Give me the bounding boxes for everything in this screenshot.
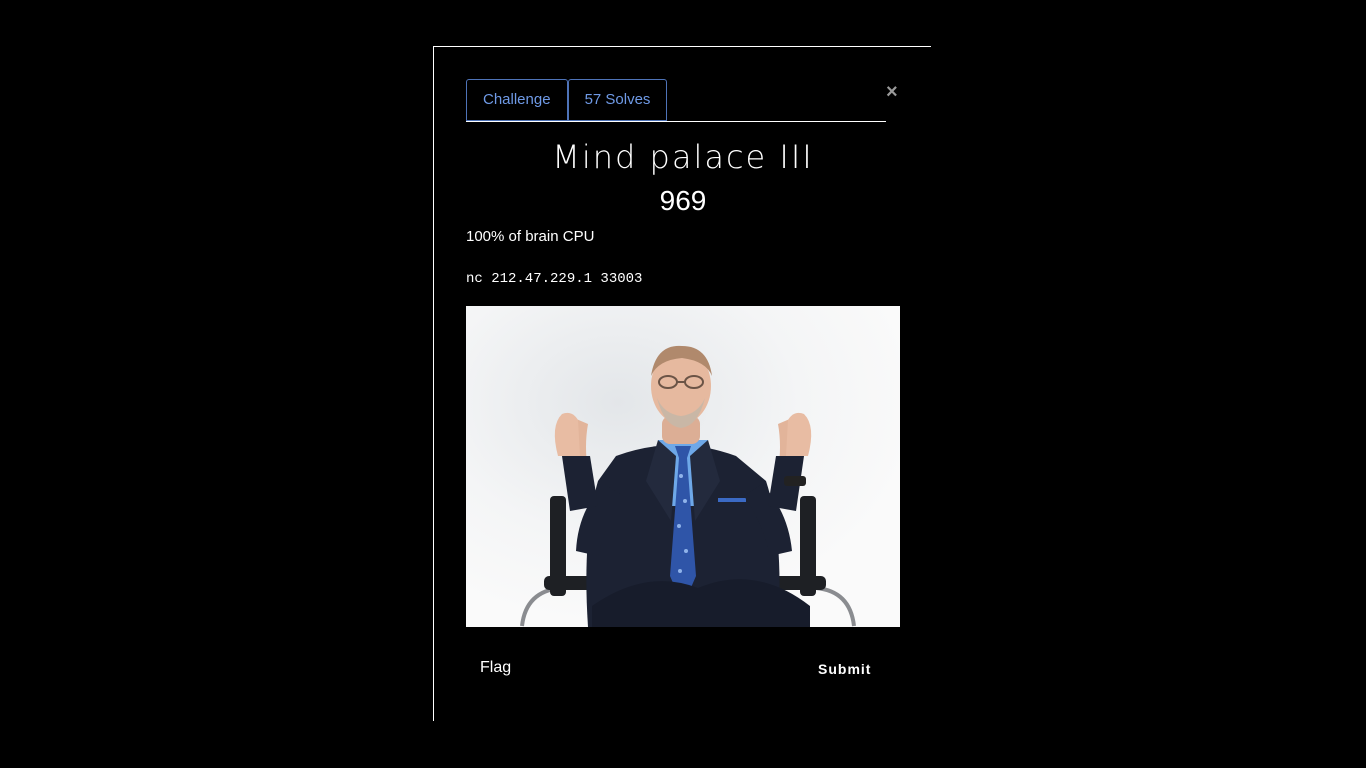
challenge-image xyxy=(466,306,900,627)
challenge-modal: Challenge 57 Solves × Mind palace III 96… xyxy=(433,46,931,721)
challenge-title: Mind palace III xyxy=(552,138,814,176)
man-in-wheelchair-illustration xyxy=(466,306,900,627)
challenge-points: 969 xyxy=(659,185,707,216)
connection-string: nc 212.47.229.1 33003 xyxy=(466,271,643,287)
tab-solves[interactable]: 57 Solves xyxy=(567,79,668,121)
flag-input[interactable] xyxy=(466,649,806,689)
flag-placeholder: Flag xyxy=(480,659,512,676)
challenge-description: 100% of brain CPU xyxy=(466,228,595,245)
submit-button[interactable]: Submit xyxy=(818,658,871,680)
close-icon[interactable]: × xyxy=(886,81,898,103)
tab-challenge[interactable]: Challenge xyxy=(466,79,568,121)
modal-tabs: Challenge 57 Solves xyxy=(466,79,886,122)
